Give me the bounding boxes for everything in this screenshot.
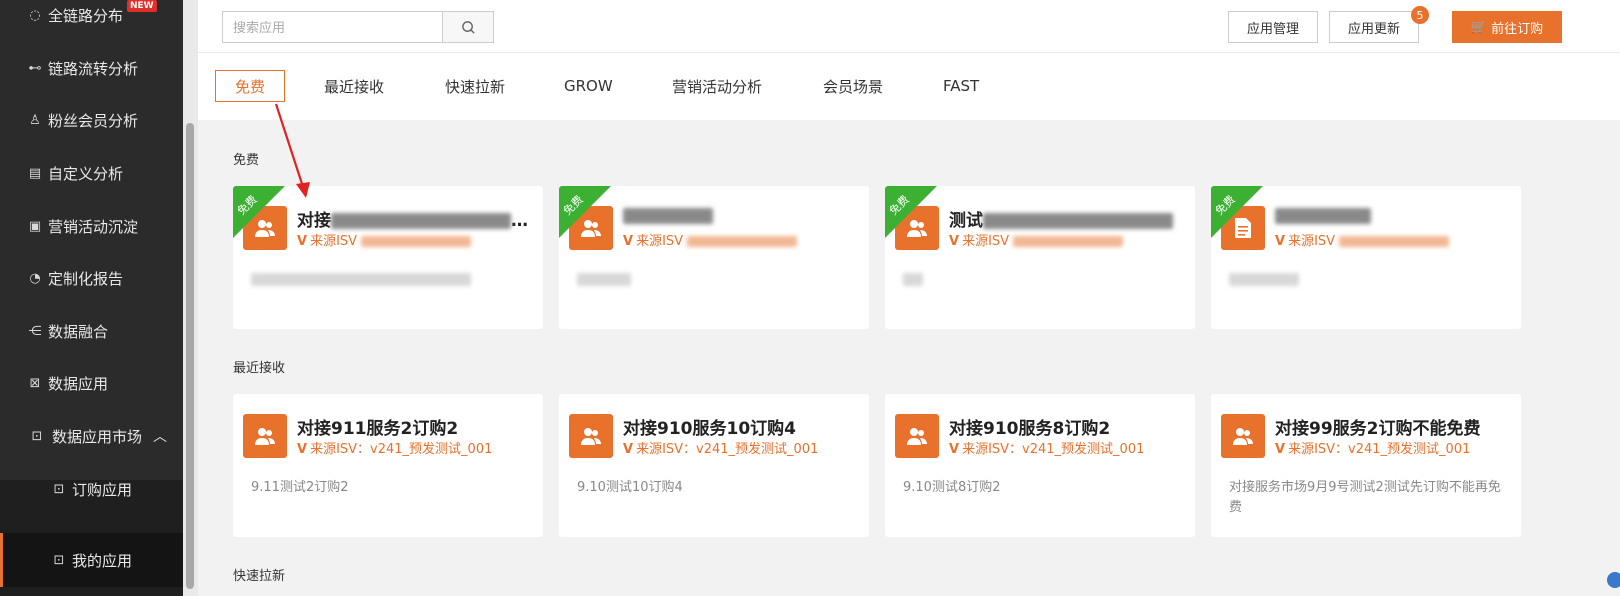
sidebar: ◌ 全链路分布 NEW ⊷ 链路流转分析 ♙ 粉丝会员分析 ▤ 自定义分析 ▣ … [0, 0, 183, 596]
app-card[interactable]: V 来源ISV 免费 [559, 186, 869, 329]
card-desc: 对接服务市场9月9号测试2测试先订购不能再免费 [1229, 480, 1501, 515]
tab-member[interactable]: 会员场景 [823, 70, 883, 102]
tab-fast[interactable]: FAST [943, 70, 979, 102]
active-indicator [0, 533, 3, 587]
card-desc: 9.11测试2订购2 [251, 480, 349, 495]
sidebar-item-purchase-app[interactable]: ⊡ 订购应用 [0, 462, 183, 516]
scrollbar-thumb[interactable] [186, 123, 194, 589]
sidebar-item-fans[interactable]: ♙ 粉丝会员分析 [0, 93, 183, 147]
sidebar-item-data-market[interactable]: ⊡ 数据应用市场 ︿ [0, 409, 183, 463]
sidebar-item-data-fusion[interactable]: ⋲ 数据融合 [0, 304, 183, 358]
users-icon [569, 414, 613, 458]
users-icon [1221, 414, 1265, 458]
search-button[interactable] [442, 11, 494, 43]
window-icon: ⊡ [53, 481, 65, 497]
chevron-up-icon: ︿ [153, 429, 167, 445]
category-tabs: 免费 最近接收 快速拉新 GROW 营销活动分析 会员场景 FAST [198, 53, 1620, 120]
card-desc: 9.10测试8订购2 [903, 480, 1001, 495]
app-card[interactable]: 测试 V 来源ISV 免费 [885, 186, 1195, 329]
section-title-recent: 最近接收 [233, 361, 286, 376]
app-card[interactable]: 对接99服务2订购不能免费 V 来源ISV：v241_预发测试_001 对接服务市… [1211, 394, 1521, 537]
users-icon [895, 414, 939, 458]
window-icon: ⊡ [31, 428, 43, 444]
card-source: V 来源ISV [949, 230, 1124, 249]
sidebar-item-link-flow[interactable]: ⊷ 链路流转分析 [0, 41, 183, 95]
app-card[interactable]: 对接910服务10订购4 V 来源ISV：v241_预发测试_001 9.10测试… [559, 394, 869, 537]
buy-button[interactable]: 🛒 前往订购 [1452, 11, 1562, 43]
tab-quick[interactable]: 快速拉新 [445, 70, 505, 102]
app-update-button[interactable]: 应用更新 [1329, 11, 1419, 43]
card-source: V 来源ISV：v241_预发测试_001 [297, 442, 493, 457]
app-card[interactable]: 对接911服务2订购2 V 来源ISV：v241_预发测试_001 9.11测试2… [233, 394, 543, 537]
card-source: V 来源ISV [623, 230, 798, 249]
card-title: 对接99服务2订购不能免费 [1275, 419, 1481, 439]
card-title: 对接910服务8订购2 [949, 419, 1111, 439]
users-icon [243, 414, 287, 458]
card-title: 测试 [949, 211, 983, 231]
report-icon: ▤ [28, 165, 42, 181]
tab-marketing[interactable]: 营销活动分析 [672, 70, 762, 102]
app-card[interactable]: 对接… V 来源ISV 免费 [233, 186, 543, 329]
cart-icon: 🛒 [1470, 19, 1488, 34]
help-icon[interactable] [1607, 572, 1620, 588]
sidebar-item-my-app[interactable]: ⊡ 我的应用 [0, 533, 183, 587]
sidebar-item-custom-analysis[interactable]: ▤ 自定义分析 [0, 146, 183, 200]
clipboard-icon: ▣ [28, 218, 42, 234]
sidebar-item-marketing[interactable]: ▣ 营销活动沉淀 [0, 199, 183, 253]
search-icon [461, 20, 475, 34]
section-title-quick: 快速拉新 [233, 569, 286, 584]
section-title-free: 免费 [233, 153, 260, 168]
card-title: 对接 [297, 211, 331, 231]
circle-spinner-icon: ◌ [29, 7, 41, 23]
new-badge: NEW [127, 0, 157, 12]
app-card[interactable]: V 来源ISV 免费 [1211, 186, 1521, 329]
tab-free[interactable]: 免费 [215, 70, 285, 102]
header: 应用管理 应用更新 5 🛒 前往订购 [198, 0, 1620, 53]
window-icon: ⊡ [53, 552, 65, 568]
card-source: V 来源ISV [1275, 230, 1450, 249]
card-source: V 来源ISV [297, 230, 472, 249]
grid-icon: ⊠ [29, 375, 41, 391]
pie-icon: ◔ [29, 270, 41, 286]
tab-recent[interactable]: 最近接收 [324, 70, 384, 102]
card-source: V 来源ISV：v241_预发测试_001 [949, 442, 1145, 457]
app-manage-button[interactable]: 应用管理 [1228, 11, 1318, 43]
card-source: V 来源ISV：v241_预发测试_001 [623, 442, 819, 457]
card-desc: 9.10测试10订购4 [577, 480, 683, 495]
branch-icon: ⊷ [28, 60, 42, 76]
card-title: 对接910服务10订购4 [623, 419, 796, 439]
card-title: 对接911服务2订购2 [297, 419, 459, 439]
users-icon: ♙ [29, 112, 41, 128]
tab-grow[interactable]: GROW [564, 70, 613, 102]
sidebar-item-data-app[interactable]: ⊠ 数据应用 [0, 356, 183, 410]
card-source: V 来源ISV：v241_预发测试_001 [1275, 442, 1471, 457]
merge-icon: ⋲ [28, 323, 42, 339]
app-card[interactable]: 对接910服务8订购2 V 来源ISV：v241_预发测试_001 9.10测试8… [885, 394, 1195, 537]
sidebar-item-custom-report[interactable]: ◔ 定制化报告 [0, 251, 183, 305]
update-count-badge: 5 [1411, 6, 1429, 24]
search-input[interactable] [222, 11, 442, 43]
